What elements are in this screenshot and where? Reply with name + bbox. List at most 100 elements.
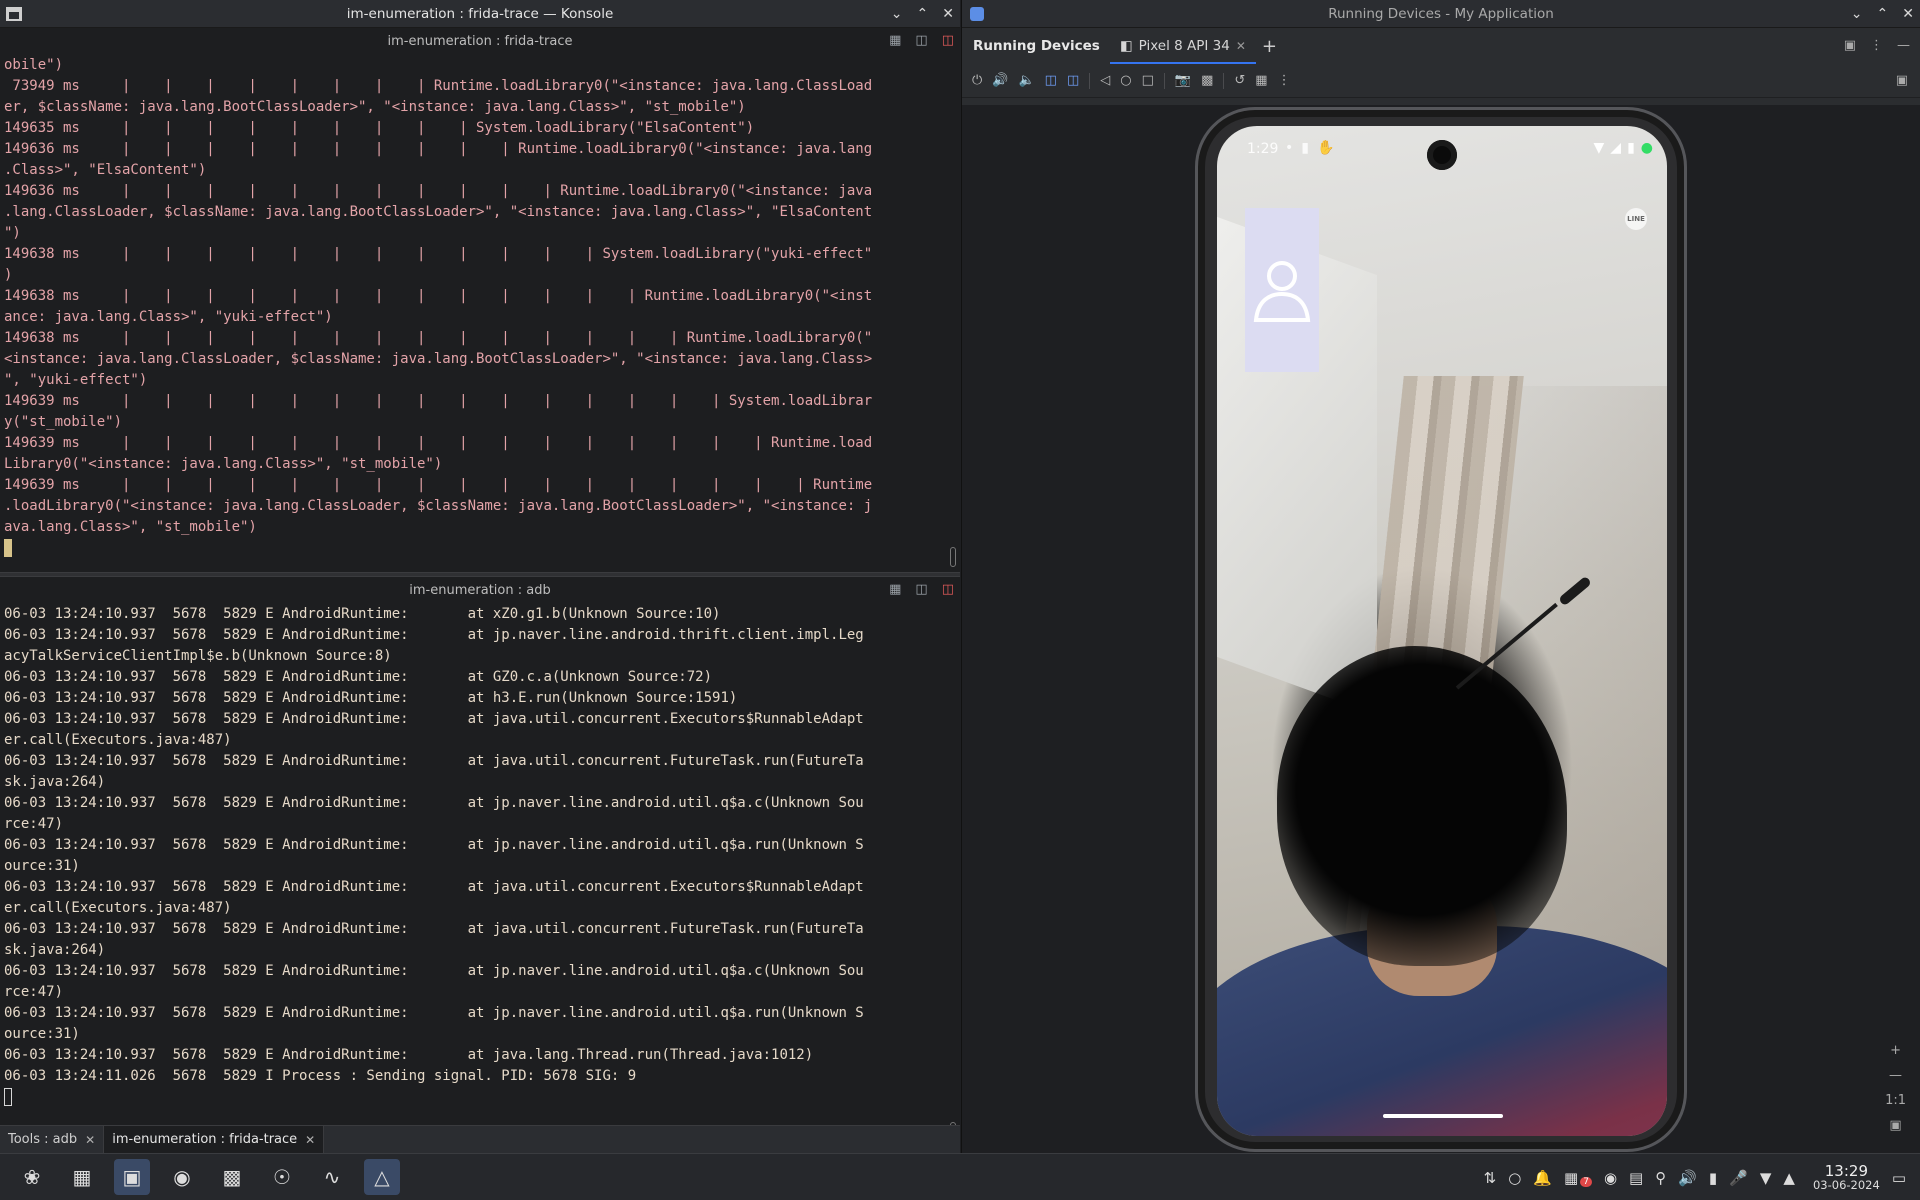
toolbar-separator <box>1163 72 1165 89</box>
tab-tools-adb[interactable]: Tools : adb ✕ <box>0 1126 105 1153</box>
volume-down-icon[interactable]: 🔈 <box>1018 73 1034 88</box>
more-options-icon[interactable]: ⋮ <box>1870 38 1883 53</box>
line-logo-icon: LINE <box>1625 208 1647 230</box>
volume-up-icon[interactable]: 🔊 <box>992 73 1008 88</box>
terminal-line: sk.java:264) <box>4 942 106 958</box>
rotate-left-icon[interactable]: ◫ <box>1045 73 1057 88</box>
battery-icon: ▮ <box>1627 140 1635 156</box>
steam-icon[interactable]: ◉ <box>1604 1169 1617 1187</box>
frida-trace-pane[interactable]: im-enumeration : frida-trace ▦ ◫ ◫ obile… <box>0 28 960 572</box>
close-icon[interactable]: ✕ <box>942 6 954 22</box>
frida-terminal-output[interactable]: obile") 73949 ms | | | | | | | | Runtime… <box>0 55 960 572</box>
camera-active-dot-icon: ● <box>1640 140 1653 156</box>
hand-icon: ✋ <box>1316 140 1335 156</box>
home-icon[interactable]: ○ <box>1120 73 1131 88</box>
mirror-settings-icon[interactable]: ▣ <box>1896 73 1908 88</box>
status-circle-icon[interactable]: ○ <box>1508 1169 1521 1187</box>
add-device-icon[interactable]: + <box>1256 36 1283 57</box>
firefox-icon[interactable]: ◉ <box>164 1159 200 1195</box>
device-icon: ◧ <box>1119 38 1133 54</box>
adb-terminal-output[interactable]: 06-03 13:24:10.937 5678 5829 E AndroidRu… <box>0 604 960 1149</box>
screen-record-icon[interactable]: ▩ <box>1201 73 1213 88</box>
device-display-area: 1:29 • ▮ ✋ ▼ ◢ ▮ ● LINE + — 1:1 ▣ <box>962 105 1920 1153</box>
clock[interactable]: 13:29 03-06-2024 <box>1812 1163 1880 1192</box>
android-studio-icon[interactable]: △ <box>364 1159 400 1195</box>
wifi-tray-icon[interactable]: ▼ <box>1760 1169 1772 1187</box>
minimize-icon[interactable]: ⌄ <box>891 6 903 22</box>
zoom-in-icon[interactable]: + <box>1890 1043 1901 1058</box>
screenshot-icon[interactable]: 📷 <box>1175 73 1191 88</box>
self-view-tile[interactable] <box>1245 208 1319 372</box>
maximize-icon[interactable]: ⌃ <box>1877 6 1889 22</box>
more-options-icon[interactable]: ⋮ <box>1278 73 1291 88</box>
network-transfer-icon[interactable]: ⇅ <box>1484 1169 1497 1187</box>
maximize-icon[interactable]: ⌃ <box>917 6 929 22</box>
terminal-line: ance: java.lang.Class>", "yuki-effect") <box>4 309 333 325</box>
close-icon[interactable]: ✕ <box>305 1133 315 1147</box>
zoom-fit-icon[interactable]: ▣ <box>1889 1118 1901 1133</box>
split-view-icon[interactable]: ◫ <box>915 582 927 597</box>
close-view-icon[interactable]: ◫ <box>942 33 954 48</box>
studio-window-title: Running Devices - My Application <box>1328 5 1554 22</box>
terminal-line: 149638 ms | | | | | | | | | | | | | Runt… <box>4 288 873 304</box>
close-view-icon[interactable]: ◫ <box>942 582 954 597</box>
sim-icon: ▮ <box>1301 140 1309 156</box>
back-icon[interactable]: ◁ <box>1100 73 1110 88</box>
terminal-line: 06-03 13:24:10.937 5678 5829 E AndroidRu… <box>4 1005 864 1021</box>
scrollbar-thumb[interactable] <box>950 547 956 567</box>
show-desktop-icon[interactable]: ▭ <box>1892 1169 1906 1187</box>
terminal-line: 06-03 13:24:10.937 5678 5829 E AndroidRu… <box>4 669 713 685</box>
reset-icon[interactable]: ↺ <box>1234 73 1245 88</box>
zoom-out-icon[interactable]: — <box>1889 1068 1902 1083</box>
close-icon[interactable]: ✕ <box>1902 6 1914 22</box>
terminal-line: .lang.ClassLoader, $className: java.lang… <box>4 204 873 220</box>
microphone-icon[interactable]: 🎤 <box>1729 1169 1748 1187</box>
show-hidden-icon[interactable]: ▲ <box>1783 1169 1795 1187</box>
volume-icon[interactable]: 🔊 <box>1678 1169 1697 1187</box>
split-view-icon[interactable]: ◫ <box>915 33 927 48</box>
system-tray: ⇅ ○ 🔔 ▦ 7 ◉ ▤ ⚲ 🔊 ▮ 🎤 ▼ ▲ 13:29 03-06-20… <box>1484 1154 1920 1200</box>
close-icon[interactable]: ✕ <box>85 1133 95 1147</box>
terminal-line: 149639 ms | | | | | | | | | | | | | | | … <box>4 435 873 451</box>
calendar-icon[interactable]: ▦ <box>1564 1169 1578 1187</box>
pop-out-icon[interactable]: ▣ <box>1844 38 1856 53</box>
konsole-window: im-enumeration : frida-trace — Konsole ⌄… <box>0 0 960 1153</box>
file-manager-icon[interactable]: ▣ <box>114 1159 150 1195</box>
minimize-icon[interactable]: ⌄ <box>1851 6 1863 22</box>
zoom-actual-size[interactable]: 1:1 <box>1885 1093 1906 1108</box>
terminal-line: .loadLibrary0("<instance: java.lang.Clas… <box>4 498 873 514</box>
tab-frida-trace[interactable]: im-enumeration : frida-trace ✕ <box>104 1126 325 1153</box>
expand-view-icon[interactable]: ▦ <box>889 33 901 48</box>
battery-tray-icon[interactable]: ▮ <box>1709 1169 1717 1187</box>
toolbar-separator <box>1223 72 1225 89</box>
overview-icon[interactable]: □ <box>1142 73 1154 88</box>
clipboard-icon[interactable]: ▤ <box>1629 1169 1643 1187</box>
device-tab-label: Pixel 8 API 34 <box>1138 38 1230 54</box>
adb-pane[interactable]: im-enumeration : adb ▦ ◫ ◫ 06-03 13:24:1… <box>0 577 960 1149</box>
power-icon[interactable]: ⏻ <box>972 73 982 88</box>
terminal-line: 06-03 13:24:10.937 5678 5829 E AndroidRu… <box>4 606 721 622</box>
app-grid-icon[interactable]: ▦ <box>64 1159 100 1195</box>
terminal-line: ", "yuki-effect") <box>4 372 148 388</box>
kde-launcher-icon[interactable]: ❀ <box>14 1159 50 1195</box>
clock-date: 03-06-2024 <box>1812 1177 1880 1192</box>
notification-bell-icon[interactable]: 🔔 <box>1533 1169 1552 1187</box>
terminal-line: sk.java:264) <box>4 774 106 790</box>
terminal-line: 06-03 13:24:11.026 5678 5829 I Process :… <box>4 1068 637 1084</box>
terminal-icon[interactable]: ▩ <box>214 1159 250 1195</box>
system-monitor-icon[interactable]: ∿ <box>314 1159 350 1195</box>
terminal-line: y("st_mobile") <box>4 414 123 430</box>
gesture-home-bar[interactable] <box>1383 1114 1503 1118</box>
terminal-line: 149636 ms | | | | | | | | | | | Runtime.… <box>4 183 873 199</box>
expand-view-icon[interactable]: ▦ <box>889 582 901 597</box>
close-icon[interactable]: ✕ <box>1236 39 1246 53</box>
discover-icon[interactable]: ☉ <box>264 1159 300 1195</box>
tab-pixel-8-api-34[interactable]: ◧ Pixel 8 API 34 ✕ <box>1109 28 1256 64</box>
device-frame-icon[interactable]: ▦ <box>1255 73 1267 88</box>
rotate-right-icon[interactable]: ◫ <box>1067 73 1079 88</box>
phone-screen[interactable]: 1:29 • ▮ ✋ ▼ ◢ ▮ ● LINE <box>1217 126 1667 1136</box>
hide-panel-icon[interactable]: — <box>1897 38 1910 53</box>
zoom-controls: + — 1:1 ▣ <box>1885 1043 1906 1133</box>
location-icon[interactable]: ⚲ <box>1655 1169 1666 1187</box>
terminal-line: 149635 ms | | | | | | | | | System.loadL… <box>4 120 755 136</box>
